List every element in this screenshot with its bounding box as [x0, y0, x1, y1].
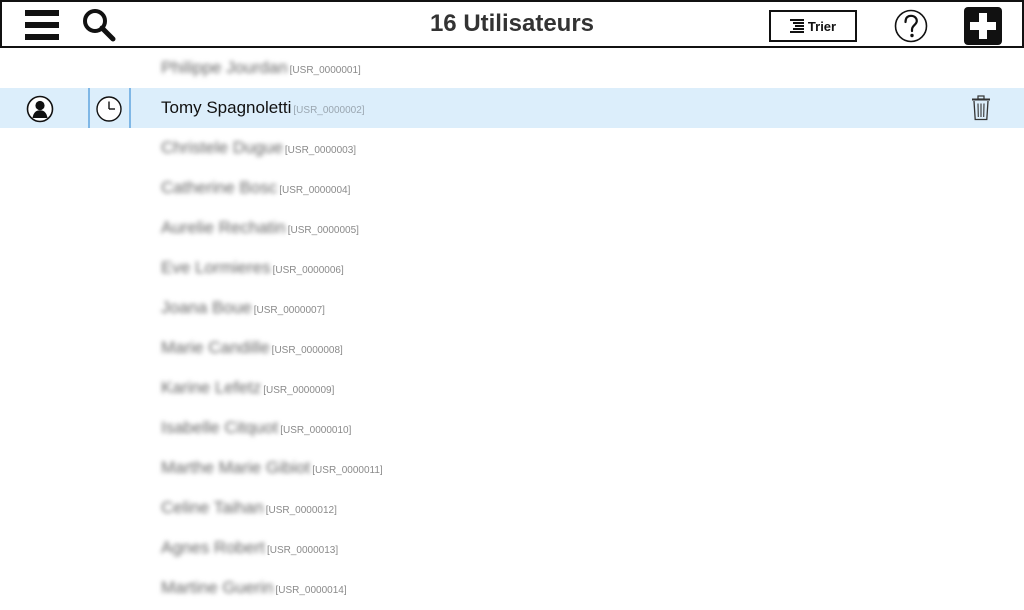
user-row[interactable]: Agnes Robert [USR_0000013] — [0, 528, 1024, 568]
user-name: Martine Guerin — [161, 578, 274, 597]
user-entry: Celine Taihan [USR_0000012] — [161, 498, 337, 518]
user-entry: Marthe Marie Gibiot [USR_0000011] — [161, 458, 383, 478]
help-icon[interactable] — [893, 8, 929, 44]
user-name: Agnes Robert — [161, 538, 265, 557]
user-id: [USR_0000009] — [263, 385, 335, 396]
hamburger-menu-icon[interactable] — [24, 8, 60, 42]
user-row[interactable]: Martine Guerin [USR_0000014] — [0, 568, 1024, 608]
user-name: Marie Candille — [161, 338, 270, 357]
user-entry: Martine Guerin [USR_0000014] — [161, 578, 347, 598]
user-row[interactable]: Eve Lormieres [USR_0000006] — [0, 248, 1024, 288]
user-name: Isabelle Citquot — [161, 418, 279, 437]
user-name: Christele Dugue — [161, 138, 283, 157]
user-id: [USR_0000014] — [275, 585, 347, 596]
history-clock-icon[interactable] — [94, 94, 124, 124]
user-id: [USR_0000001] — [289, 65, 361, 76]
user-id: [USR_0000008] — [271, 345, 343, 356]
sort-button[interactable]: Trier — [769, 10, 857, 42]
user-row[interactable]: Aurelie Rechatin [USR_0000005] — [0, 208, 1024, 248]
user-entry: Catherine Bosc [USR_0000004] — [161, 178, 350, 198]
user-row[interactable]: Marthe Marie Gibiot [USR_0000011] — [0, 448, 1024, 488]
user-profile-icon[interactable] — [26, 95, 54, 123]
page-title: 16 Utilisateurs — [429, 10, 595, 37]
add-user-button[interactable] — [964, 7, 1002, 45]
user-id: [USR_0000007] — [253, 305, 325, 316]
user-row[interactable]: Marie Candille [USR_0000008] — [0, 328, 1024, 368]
user-name: Celine Taihan — [161, 498, 264, 517]
user-entry: Isabelle Citquot [USR_0000010] — [161, 418, 351, 438]
user-row-selected[interactable]: Tomy Spagnoletti [USR_0000002] — [0, 88, 1024, 128]
user-id: [USR_0000012] — [265, 505, 337, 516]
user-row[interactable]: Joana Boue [USR_0000007] — [0, 288, 1024, 328]
user-row[interactable]: Philippe Jourdan [USR_0000001] — [0, 48, 1024, 88]
user-row[interactable]: Celine Taihan [USR_0000012] — [0, 488, 1024, 528]
user-entry: Eve Lormieres [USR_0000006] — [161, 258, 344, 278]
user-name: Tomy Spagnoletti — [161, 98, 292, 117]
user-entry: Agnes Robert [USR_0000013] — [161, 538, 338, 558]
top-toolbar: 16 Utilisateurs Trier — [0, 0, 1024, 48]
user-row[interactable]: Christele Dugue [USR_0000003] — [0, 128, 1024, 168]
user-id: [USR_0000010] — [280, 425, 352, 436]
user-name: Karine Lefetz — [161, 378, 262, 397]
sort-button-label: Trier — [807, 18, 837, 34]
user-id: [USR_0000011] — [312, 465, 383, 476]
user-name: Catherine Bosc — [161, 178, 278, 197]
user-name: Aurelie Rechatin — [161, 218, 286, 237]
user-entry: Karine Lefetz [USR_0000009] — [161, 378, 334, 398]
user-id: [USR_0000003] — [284, 145, 357, 156]
trash-can-icon[interactable] — [968, 94, 994, 122]
user-id: [USR_0000004] — [279, 185, 351, 196]
user-entry: Christele Dugue [USR_0000003] — [161, 138, 356, 158]
user-row[interactable]: Karine Lefetz [USR_0000009] — [0, 368, 1024, 408]
user-id: [USR_0000002] — [293, 105, 365, 116]
sort-lines-icon — [789, 19, 804, 33]
user-id: [USR_0000013] — [266, 545, 339, 556]
user-id: [USR_0000005] — [287, 225, 359, 236]
user-row[interactable]: Catherine Bosc [USR_0000004] — [0, 168, 1024, 208]
user-entry: Joana Boue [USR_0000007] — [161, 298, 325, 318]
row-separator — [129, 88, 131, 128]
user-name: Philippe Jourdan — [161, 58, 288, 77]
user-row[interactable]: Isabelle Citquot [USR_0000010] — [0, 408, 1024, 448]
plus-square-icon — [964, 7, 1002, 45]
row-separator — [88, 88, 90, 128]
user-id: [USR_0000006] — [272, 265, 344, 276]
user-name: Marthe Marie Gibiot — [161, 458, 311, 477]
user-entry: Tomy Spagnoletti [USR_0000002] — [161, 98, 365, 118]
user-entry: Aurelie Rechatin [USR_0000005] — [161, 218, 359, 238]
user-entry: Philippe Jourdan [USR_0000001] — [161, 58, 361, 78]
search-icon[interactable] — [80, 6, 118, 44]
user-name: Joana Boue — [161, 298, 252, 317]
user-entry: Marie Candille [USR_0000008] — [161, 338, 343, 358]
user-name: Eve Lormieres — [161, 258, 271, 277]
user-list: Philippe Jourdan [USR_0000001] Tomy Spagno… — [0, 48, 1024, 608]
